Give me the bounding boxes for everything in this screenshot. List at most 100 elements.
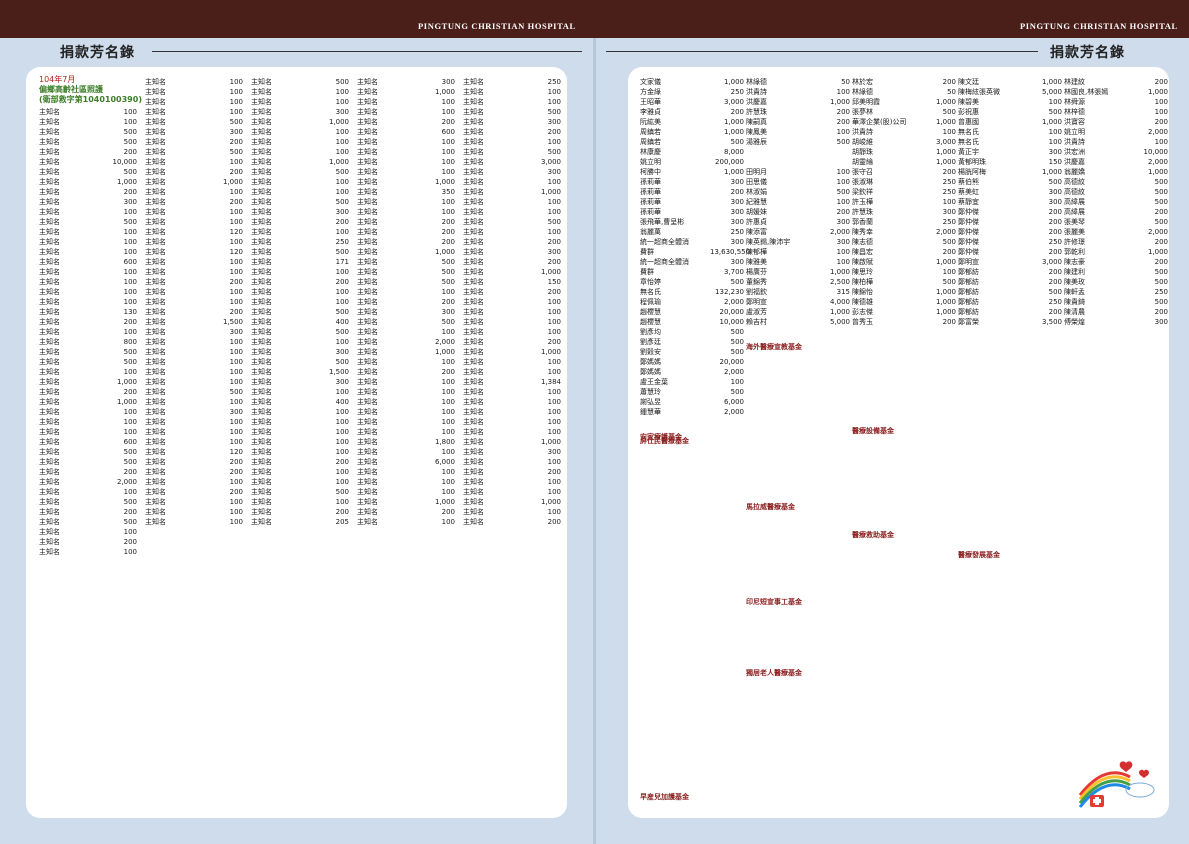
donor-amount: 100 xyxy=(942,128,956,136)
donor-row: 林國良,林張嫣 1,000 xyxy=(1064,87,1168,97)
donor-row: 趙櫻慧 10,000 xyxy=(640,317,744,327)
donor-row: 主知名 100 xyxy=(145,207,243,217)
donor-row: 主知名 100 xyxy=(357,147,455,157)
donor-amount: 200 xyxy=(441,118,455,126)
donor-name: 主知名 xyxy=(357,88,378,96)
donor-row: 主知名 300 xyxy=(39,197,137,207)
bubble-icon xyxy=(1125,782,1155,798)
donor-name: 孫莉華 xyxy=(640,198,661,206)
donor-row: 主知名 100 xyxy=(463,357,561,367)
donor-amount: 50 xyxy=(947,88,956,96)
donor-row: 主知名 200 xyxy=(357,217,455,227)
donor-name: 陳德雄 xyxy=(852,298,873,306)
donor-row: 主知名 600 xyxy=(39,437,137,447)
donor-row: 主知名 200 xyxy=(251,507,349,517)
donor-amount: 3,700 xyxy=(723,268,744,276)
donor-row: 無名氏 132,230 xyxy=(640,287,744,297)
donor-amount: 250 xyxy=(1048,298,1062,306)
donor-row: 主知名 100 xyxy=(39,487,137,497)
donor-amount: 500 xyxy=(730,138,744,146)
donor-name: 主知名 xyxy=(357,278,378,286)
donor-row: 主知名 500 xyxy=(251,247,349,257)
donor-row: 主知名 500 xyxy=(251,167,349,177)
donor-row: 陳錦怡 1,000 xyxy=(852,287,956,297)
donor-name: 主知名 xyxy=(251,468,272,476)
donor-row: 洪慶嘉 2,000 xyxy=(1064,157,1168,167)
donor-row: 主知名 1,000 xyxy=(39,377,137,387)
donor-amount: 300 xyxy=(836,238,850,246)
donor-row: 主知名 100 xyxy=(463,97,561,107)
donor-row: 彭志傑 1,000 xyxy=(852,307,956,317)
donor-row: 主知名 1,500 xyxy=(251,367,349,377)
donor-amount: 350 xyxy=(441,188,455,196)
donor-name: 主知名 xyxy=(463,98,484,106)
donor-row: 盧淑芳 1,000 xyxy=(746,307,850,317)
donor-amount: 500 xyxy=(1048,178,1062,186)
donor-row: 主知名 600 xyxy=(39,257,137,267)
donor-name: 主知名 xyxy=(463,378,484,386)
donor-amount: 250 xyxy=(942,188,956,196)
donor-name: 主知名 xyxy=(251,278,272,286)
donor-name: 主知名 xyxy=(251,458,272,466)
donor-name: 主知名 xyxy=(145,268,166,276)
donor-name: 主知名 xyxy=(463,418,484,426)
donor-name: 主知名 xyxy=(145,148,166,156)
donor-name: 主知名 xyxy=(39,168,60,176)
donor-amount: 300 xyxy=(730,198,744,206)
donor-row: 主知名 200 xyxy=(357,237,455,247)
donor-amount: 100 xyxy=(229,368,243,376)
donor-name: 主知名 xyxy=(145,508,166,516)
donor-row: 張麗美 2,000 xyxy=(1064,227,1168,237)
donor-amount: 2,000 xyxy=(829,228,850,236)
donor-amount: 100 xyxy=(547,98,561,106)
donor-name: 主知名 xyxy=(357,518,378,526)
donor-name: 林舜源 xyxy=(1064,98,1085,106)
donor-name: 主知名 xyxy=(251,478,272,486)
donor-row: 陳鳳美 100 xyxy=(746,127,850,137)
donor-row: 主知名 100 xyxy=(145,357,243,367)
donor-name: 主知名 xyxy=(39,318,60,326)
donor-name: 黃正宇 xyxy=(958,148,979,156)
donor-amount xyxy=(816,157,850,167)
donor-name: 主知名 xyxy=(39,298,60,306)
donor-name: 洪宏洲 xyxy=(1064,148,1085,156)
donor-amount: 50 xyxy=(841,78,850,86)
donor-row: 鄭媽媽 2,000 xyxy=(640,367,744,377)
donor-row: 主知名 100 xyxy=(39,107,137,117)
donor-amount: 100 xyxy=(229,358,243,366)
donor-amount: 200 xyxy=(123,468,137,476)
donor-name: 主知名 xyxy=(463,388,484,396)
donor-name: 主知名 xyxy=(357,338,378,346)
decoration-rainbow-icon xyxy=(1078,761,1155,808)
donor-amount: 100 xyxy=(441,328,455,336)
donor-name: 無名氏 xyxy=(958,138,979,146)
donor-amount: 100 xyxy=(441,468,455,476)
donor-name: 謝弘昱 xyxy=(640,398,661,406)
donor-amount: 100 xyxy=(1048,138,1062,146)
donor-amount: 1,000 xyxy=(1147,248,1168,256)
donor-row: 主知名 100 xyxy=(145,237,243,247)
donor-name: 統一超商全體消 xyxy=(640,258,689,266)
donor-name: 胡峻維 xyxy=(852,138,873,146)
donor-name: 主知名 xyxy=(251,338,272,346)
donor-name: 主知名 xyxy=(357,478,378,486)
donor-name: 主知名 xyxy=(463,478,484,486)
donor-row: 主知名 100 xyxy=(251,467,349,477)
donor-amount: 300 xyxy=(942,208,956,216)
donor-column: 主知名 250 主知名 100 主知名 100 主知名 500 主知名 300 主知名 200 主知名 1… xyxy=(463,77,561,527)
donor-name: 盧淑芳 xyxy=(746,308,767,316)
donor-amount: 300 xyxy=(123,198,137,206)
donor-amount: 20,000 xyxy=(719,308,745,316)
donor-name: 統一超商全體消 xyxy=(640,238,689,246)
donor-column: 主知名 300 主知名 1,000 主知名 100 主知名 100 主知名 200 主知名 600 主知… xyxy=(357,77,455,527)
donor-name: 林綠德 xyxy=(852,88,873,96)
donor-amount: 5,000 xyxy=(1041,88,1062,96)
donor-amount: 200 xyxy=(123,388,137,396)
donor-row: 主知名 100 xyxy=(357,167,455,177)
donor-column: 陳文廷 1,000 陳梅絃張英微 5,000 陳碧美 100 彭祝惠 500 曾惠國 1,000 無… xyxy=(958,77,1062,327)
donor-name: 陳鳳美 xyxy=(746,128,767,136)
donor-row: 主知名 100 xyxy=(357,97,455,107)
donor-row: 主知名 100 xyxy=(39,237,137,247)
donor-amount: 100 xyxy=(229,158,243,166)
donor-row: 主知名 100 xyxy=(251,227,349,237)
